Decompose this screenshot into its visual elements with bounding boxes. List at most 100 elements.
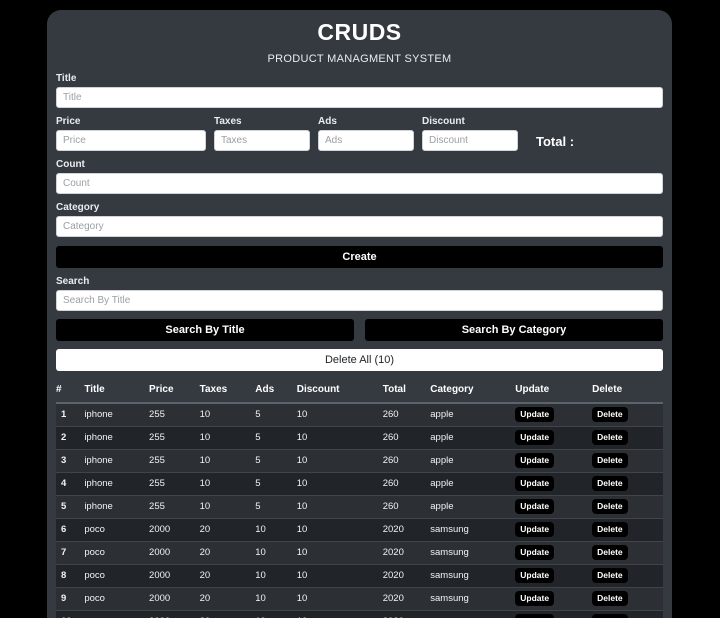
taxes-input[interactable] [214,130,310,151]
update-button[interactable]: Update [515,613,555,618]
cell-title: iphone [84,426,150,450]
cell-update: Update [515,518,593,542]
search-by-title-button[interactable]: Search By Title [56,319,354,341]
column-header-update: Update [515,380,593,404]
cell-discount: 10 [296,403,383,427]
discount-label: Discount [422,116,465,127]
delete-button[interactable]: Delete [592,567,628,584]
column-header-category: Category [430,380,516,404]
column-header-index: # [56,380,85,404]
cell-ads: 5 [255,403,297,427]
cell-delete: Delete [592,587,663,611]
category-field-group: Category [56,202,663,237]
cell-delete: Delete [592,426,663,450]
cell-taxes: 10 [199,495,256,519]
table-row: 8 poco 2000 20 10 10 2020 samsung Update Delete [56,564,663,588]
delete-button[interactable]: Delete [592,452,628,469]
cell-price: 255 [149,449,200,473]
cell-ads: 5 [255,426,297,450]
price-label: Price [56,116,81,127]
discount-input[interactable] [422,130,518,151]
cell-index: 4 [56,472,85,496]
category-input[interactable] [56,216,663,237]
cell-index: 8 [56,564,85,588]
delete-button[interactable]: Delete [592,544,628,561]
cell-delete: Delete [592,610,663,618]
title-label: Title [56,73,77,84]
update-button[interactable]: Update [515,498,555,515]
cell-ads: 10 [255,518,297,542]
update-button[interactable]: Update [515,521,555,538]
cell-delete: Delete [592,449,663,473]
count-input[interactable] [56,173,663,194]
cell-delete: Delete [592,403,663,427]
ads-label: Ads [318,116,337,127]
title-input[interactable] [56,87,663,108]
column-header-ads: Ads [255,380,297,404]
update-button[interactable]: Update [515,567,555,584]
table-row: 1 iphone 255 10 5 10 260 apple Update Delete [56,403,663,427]
cell-discount: 10 [296,564,383,588]
update-button[interactable]: Update [515,429,555,446]
ads-input[interactable] [318,130,414,151]
cell-category: samsung [430,564,516,588]
cell-total: 2020 [382,518,431,542]
delete-button[interactable]: Delete [592,429,628,446]
cell-delete: Delete [592,518,663,542]
cell-price: 2000 [149,541,200,565]
cell-ads: 10 [255,610,297,618]
column-header-total: Total [382,380,431,404]
create-button[interactable]: Create [56,246,663,268]
cell-total: 260 [382,449,431,473]
cell-price: 2000 [149,610,200,618]
cell-category: apple [430,403,516,427]
cell-title: poco [84,518,150,542]
cell-title: poco [84,541,150,565]
table-row: 6 poco 2000 20 10 10 2020 samsung Update Delete [56,518,663,542]
delete-button[interactable]: Delete [592,590,628,607]
cell-taxes: 20 [199,587,256,611]
delete-button[interactable]: Delete [592,498,628,515]
column-header-discount: Discount [296,380,383,404]
cell-index: 3 [56,449,85,473]
cell-index: 10 [56,610,85,618]
cell-taxes: 10 [199,449,256,473]
cell-category: apple [430,426,516,450]
cell-total: 260 [382,426,431,450]
cell-discount: 10 [296,541,383,565]
search-field-group: Search [56,276,663,311]
title-field-group: Title [56,73,663,108]
table-head: # Title Price Taxes Ads Discount Total C… [56,380,663,404]
cell-update: Update [515,495,593,519]
search-input[interactable] [56,290,663,311]
update-button[interactable]: Update [515,452,555,469]
cell-update: Update [515,426,593,450]
page-title: CRUDS [317,19,402,45]
update-button[interactable]: Update [515,475,555,492]
update-button[interactable]: Update [515,544,555,561]
update-button[interactable]: Update [515,407,555,423]
cell-total: 2020 [382,564,431,588]
delete-button[interactable]: Delete [592,475,628,492]
cell-index: 6 [56,518,85,542]
cell-taxes: 10 [199,426,256,450]
taxes-field-group: Taxes [214,116,310,151]
cell-price: 255 [149,426,200,450]
search-by-category-button[interactable]: Search By Category [365,319,663,341]
cell-delete: Delete [592,495,663,519]
cell-category: samsung [430,610,516,618]
column-header-taxes: Taxes [199,380,256,404]
price-input[interactable] [56,130,206,151]
cell-total: 260 [382,472,431,496]
delete-button[interactable]: Delete [592,521,628,538]
table-header-row: # Title Price Taxes Ads Discount Total C… [56,380,663,404]
delete-all-button[interactable]: Delete All (10) [56,349,663,371]
taxes-label: Taxes [214,116,242,127]
cell-delete: Delete [592,564,663,588]
table-row: 9 poco 2000 20 10 10 2020 samsung Update Delete [56,587,663,611]
cell-index: 5 [56,495,85,519]
delete-button[interactable]: Delete [592,613,628,618]
search-mode-buttons: Search By Title Search By Category [56,319,663,341]
delete-button[interactable]: Delete [592,407,628,423]
update-button[interactable]: Update [515,590,555,607]
